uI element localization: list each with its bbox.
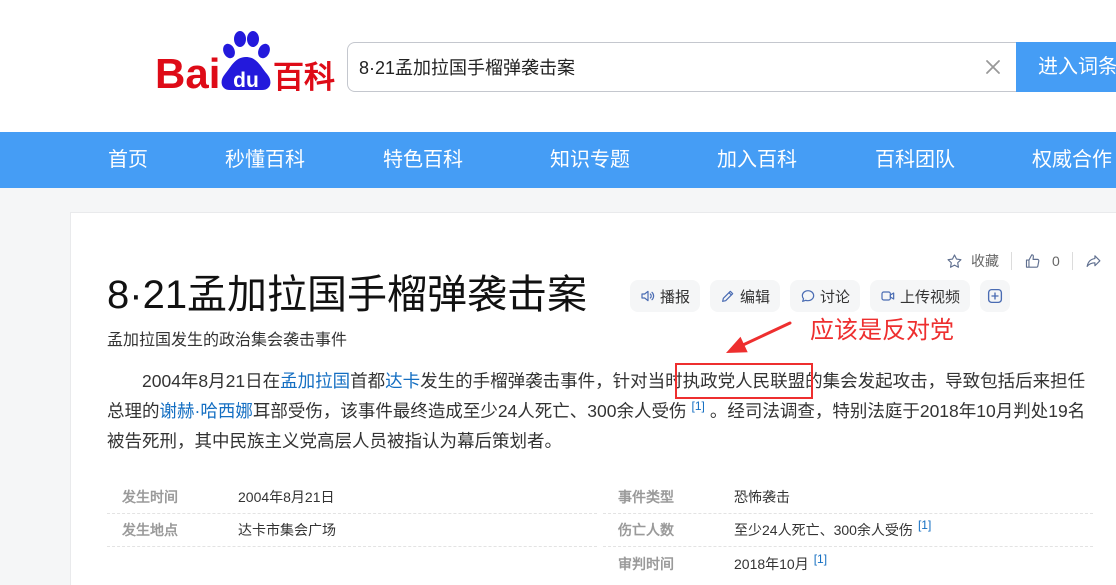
nav-item-home[interactable]: 首页 [108,132,148,188]
favorite-button[interactable]: 收藏 [946,251,999,271]
upload-video-button[interactable]: 上传视频 [870,280,971,312]
star-icon [947,253,962,268]
page-subtitle: 孟加拉国发生的政治集会袭击事件 [107,332,348,349]
video-camera-icon [881,291,895,301]
basic-info-item: 伤亡人数 至少24人死亡、300余人受伤 [1] [603,514,1093,547]
title-actions: 播报 编辑 讨论 上传视频 [630,280,1011,312]
basic-info-value: 至少24人死亡、300余人受伤 [1] [734,518,936,540]
search-input[interactable] [348,43,968,91]
summary-text: 被告死刑，其中民族主义党高层人员被指认为幕后策划者。 [107,431,562,451]
summary-text: 耳部受伤，该事件最终造成至少24人死亡、300余人受伤 [252,401,687,421]
basic-info-value: 2018年10月 [1] [734,552,832,574]
basic-info-value-text: 至少24人死亡、300余人受伤 [734,522,913,538]
nav-item-topics[interactable]: 知识专题 [550,132,630,188]
chat-bubble-icon [801,290,815,302]
search-box [347,42,1016,92]
share-button[interactable] [1085,253,1102,270]
basic-info-value: 恐怖袭击 [734,489,790,505]
nav-item-join[interactable]: 加入百科 [717,132,797,188]
basic-info-label: 发生地点 [122,522,178,538]
logo-text-baike: 百科 [273,60,335,94]
main-nav: 首页 秒懂百科 特色百科 知识专题 加入百科 百科团队 权威合作 [0,132,1116,188]
reference-link[interactable]: [1] [692,399,705,413]
summary-text: 2004年8月21日在 [142,371,281,391]
nav-item-team[interactable]: 百科团队 [875,132,955,188]
toolbar-divider [1011,252,1012,270]
summary-text: 发生的手榴弹袭击事件，针对当时 [420,371,683,391]
basic-info-row: 审判时间 2018年10月 [1] [107,547,1093,580]
basic-info-item: 发生时间 2004年8月21日 [107,481,597,514]
summary-text: 。经司法调查，特别法庭于2018年10月判处19名 [709,401,1086,421]
annotation-note: 应该是反对党 [810,317,954,344]
basic-info-value-text: 2018年10月 [734,555,809,572]
basic-info-value: 2004年8月21日 [238,489,335,505]
basic-info-label: 发生时间 [122,489,178,505]
article-card: 收藏 0 8·21孟加拉国手榴弹袭击案 播报 编辑 讨论 上传视频 孟加拉国发生… [70,212,1116,585]
nav-item-featured[interactable]: 特色百科 [383,132,463,188]
basic-info-label: 事件类型 [618,489,674,505]
basic-info-item-empty [107,547,597,580]
summary-text: 的集会发起攻击，导致包括后来担任 [805,371,1086,391]
baidu-baike-logo[interactable]: Bai du 百科 [153,30,343,94]
like-count: 0 [1052,253,1060,269]
basic-info-row: 发生时间 2004年8月21日 事件类型 恐怖袭击 [107,481,1093,514]
summary-paragraph: 2004年8月21日在孟加拉国首都达卡发生的手榴弹袭击事件，针对当时执政党人民联… [107,363,1112,456]
summary-text: 总理的 [107,401,160,421]
basic-info-item: 审判时间 2018年10月 [1] [603,547,1093,580]
nav-item-partners[interactable]: 权威合作 [1032,132,1112,188]
pencil-icon [722,290,734,302]
basic-info-item: 发生地点 达卡市集会广场 [107,514,597,547]
page-title: 8·21孟加拉国手榴弹袭击案 [107,273,588,317]
logo-text-du: du [233,69,259,92]
header: Bai du 百科 进入词条 [0,0,1116,132]
upload-video-label: 上传视频 [900,288,961,306]
basic-info-row: 发生地点 达卡市集会广场 伤亡人数 至少24人死亡、300余人受伤 [1] [107,514,1093,547]
article-toolbar: 收藏 0 [946,250,1102,272]
discuss-label: 讨论 [820,288,851,306]
speaker-icon [641,290,655,302]
link-sheikh-hasina[interactable]: 谢赫·哈西娜 [160,401,253,421]
reference-link[interactable]: [1] [814,552,827,566]
basic-info-item: 事件类型 恐怖袭击 [603,481,1093,514]
basic-info-label: 审判时间 [618,555,674,572]
edit-button[interactable]: 编辑 [710,280,781,312]
basic-info-value: 达卡市集会广场 [238,522,336,538]
broadcast-button[interactable]: 播报 [630,280,701,312]
broadcast-label: 播报 [660,288,691,306]
plus-square-icon [988,288,1003,304]
logo-text-bai: Bai [155,50,220,94]
annotated-highlight: 执政党人民联盟 [674,363,814,399]
like-button[interactable]: 0 [1024,253,1060,270]
thumbs-up-icon [1025,253,1040,268]
basic-info-table: 发生时间 2004年8月21日 事件类型 恐怖袭击 发生地点 达卡市集会广场 伤… [107,481,1093,580]
share-icon [1086,254,1101,267]
add-button[interactable] [980,280,1011,312]
favorite-label: 收藏 [971,253,999,269]
nav-item-video-baike[interactable]: 秒懂百科 [225,132,305,188]
discuss-button[interactable]: 讨论 [790,280,861,312]
link-bangladesh[interactable]: 孟加拉国 [280,371,350,391]
toolbar-divider [1071,252,1073,270]
annotation-arrow [726,321,792,353]
reference-link[interactable]: [1] [918,518,931,532]
link-dhaka[interactable]: 达卡 [385,371,420,391]
close-icon[interactable] [984,58,1002,76]
summary-text: 首都 [350,371,386,391]
enter-entry-button[interactable]: 进入词条 [1016,42,1116,92]
basic-info-label: 伤亡人数 [618,522,674,538]
annotation-arrow-shaft [742,321,792,346]
edit-label: 编辑 [740,288,771,306]
